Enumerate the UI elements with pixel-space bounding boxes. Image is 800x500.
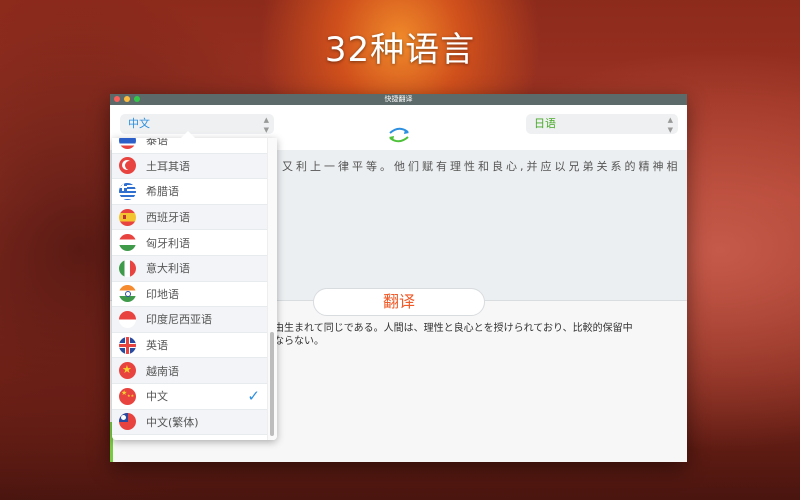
select-arrows-icon: ▲ ▼ xyxy=(263,116,269,134)
translate-button[interactable]: 翻译 xyxy=(313,288,485,316)
language-dropdown: 泰语土耳其语希腊语西班牙语匈牙利语意大利语印地语印度尼西亚语 英语 ★ 越南语 ★ ★★ 中… xyxy=(112,138,277,440)
indonesia-flag-icon xyxy=(119,310,136,328)
title-bar: 快捷翻译 xyxy=(110,94,687,105)
language-option[interactable]: ★ ★★ 中文 ✓ xyxy=(112,384,270,410)
language-option[interactable]: 印地语 xyxy=(112,282,270,308)
result-line: ならない。 xyxy=(274,336,324,347)
result-text: 由生まれて同じである。人間は、理性と良心とを授けられており、比較的保留中 ならな… xyxy=(274,322,633,348)
swap-arrows-icon xyxy=(389,127,409,143)
language-option[interactable]: 英语 xyxy=(112,333,270,359)
source-language-select[interactable]: 中文 ▲ ▼ xyxy=(120,114,274,134)
vietnam-flag-icon: ★ xyxy=(119,362,136,380)
language-option-label: 西班牙语 xyxy=(146,211,190,225)
language-option[interactable]: 中文(繁体) xyxy=(112,409,270,436)
india-flag-icon xyxy=(119,285,136,303)
checkmark-icon: ✓ xyxy=(247,386,260,405)
language-list: 泰语土耳其语希腊语西班牙语匈牙利语意大利语印地语印度尼西亚语 英语 ★ 越南语 ★ ★★ 中… xyxy=(112,138,270,436)
language-option-label: 中文 xyxy=(146,390,168,404)
window-title: 快捷翻译 xyxy=(384,95,413,103)
language-option-label: 中文(繁体) xyxy=(146,415,199,429)
language-option-label: 印地语 xyxy=(146,287,179,301)
uk-flag-icon xyxy=(119,336,136,354)
language-option-label: 匈牙利语 xyxy=(146,236,190,250)
language-option-label: 泰语 xyxy=(146,138,168,148)
language-option-label: 越南语 xyxy=(146,364,179,378)
language-option-label: 意大利语 xyxy=(146,262,190,276)
target-language-value: 日语 xyxy=(534,117,556,130)
dropdown-caret xyxy=(181,131,195,138)
thailand-flag-icon xyxy=(119,138,136,149)
swap-languages-button[interactable] xyxy=(385,125,413,145)
headline: 32种语言 xyxy=(324,30,476,70)
language-option-label: 英语 xyxy=(146,339,168,353)
language-option[interactable]: 匈牙利语 xyxy=(112,230,270,256)
language-option[interactable]: ★ 越南语 xyxy=(112,358,270,384)
taiwan-flag-icon xyxy=(119,413,136,431)
language-option[interactable]: 西班牙语 xyxy=(112,204,270,231)
source-text: 又利上一律平等。他们赋有理性和良心,并应以兄弟关系的精神相 xyxy=(282,160,681,173)
language-option[interactable]: 意大利语 xyxy=(112,255,270,282)
spain-flag-icon xyxy=(119,208,136,226)
language-option-label: 土耳其语 xyxy=(146,159,190,173)
greece-flag-icon xyxy=(119,182,136,200)
source-language-value: 中文 xyxy=(128,117,150,130)
result-line: 由生まれて同じである。人間は、理性と良心とを授けられており、比較的保留中 xyxy=(274,323,633,334)
language-option-label: 希腊语 xyxy=(146,185,179,199)
china-flag-icon: ★ ★★ xyxy=(119,387,136,405)
language-option[interactable]: 土耳其语 xyxy=(112,153,270,180)
turkey-flag-icon xyxy=(119,157,136,175)
italy-flag-icon xyxy=(119,259,136,277)
language-option[interactable]: 泰语 xyxy=(112,138,270,154)
scrollbar[interactable] xyxy=(270,332,274,436)
language-option[interactable]: 印度尼西亚语 xyxy=(112,307,270,333)
target-language-select[interactable]: 日语 ▲ ▼ xyxy=(526,114,678,134)
language-option-label: 印度尼西亚语 xyxy=(146,313,212,327)
hungary-flag-icon xyxy=(119,234,136,252)
language-option[interactable]: 希腊语 xyxy=(112,179,270,205)
select-arrows-icon: ▲ ▼ xyxy=(667,116,673,134)
scroll-track xyxy=(267,138,277,440)
